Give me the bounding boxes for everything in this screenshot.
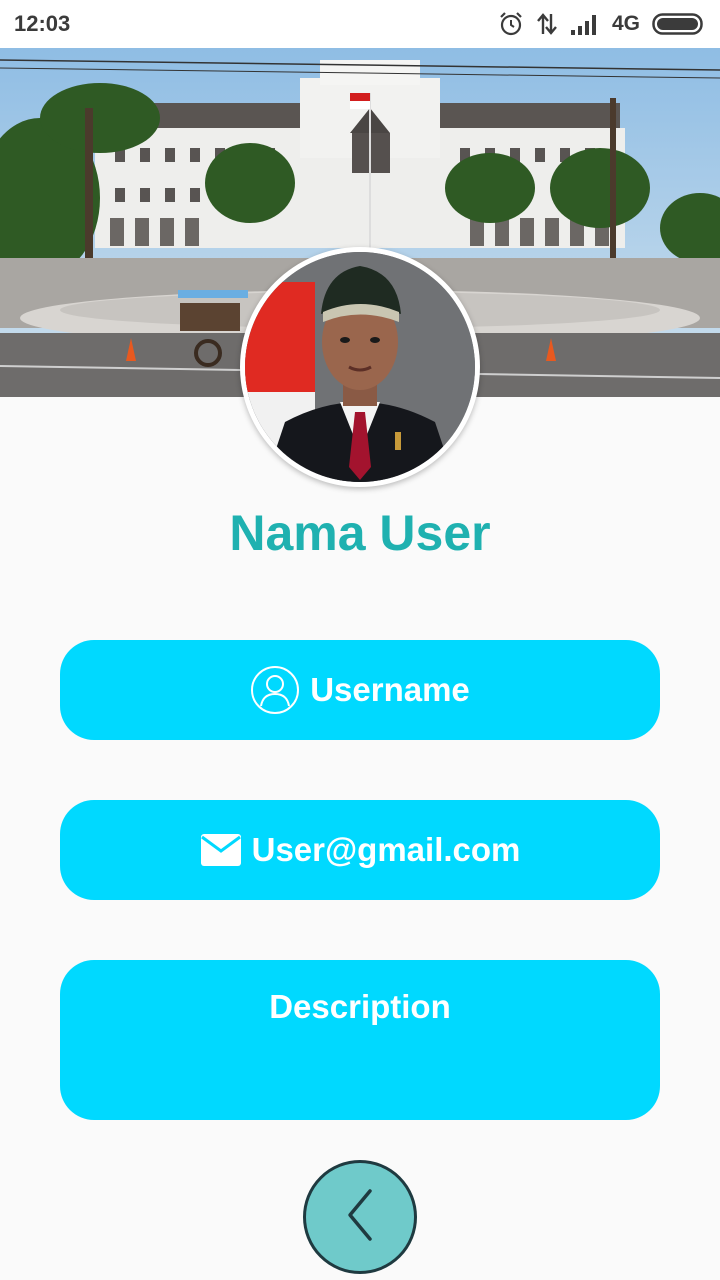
alarm-icon (498, 11, 524, 37)
signal-icon (570, 13, 600, 35)
email-field[interactable]: User@gmail.com (60, 800, 660, 900)
status-time: 12:03 (14, 11, 71, 36)
profile-photo (245, 252, 475, 482)
network-type: 4G (611, 12, 640, 35)
status-icons: 4G (498, 11, 706, 37)
profile-avatar[interactable] (240, 247, 480, 487)
description-label: Description (269, 988, 451, 1025)
user-icon (250, 665, 300, 715)
user-display-name: Nama User (229, 505, 491, 561)
chevron-left-icon (340, 1185, 380, 1249)
email-label: User@gmail.com (251, 831, 521, 868)
description-field[interactable]: Description (60, 960, 660, 1120)
back-button[interactable] (303, 1160, 417, 1274)
mail-icon (200, 833, 242, 867)
status-bar: 12:03 4G (0, 0, 720, 48)
battery-icon (652, 12, 706, 36)
username-label: Username (310, 671, 470, 708)
username-field[interactable]: Username (60, 640, 660, 740)
data-transfer-icon (536, 12, 558, 36)
